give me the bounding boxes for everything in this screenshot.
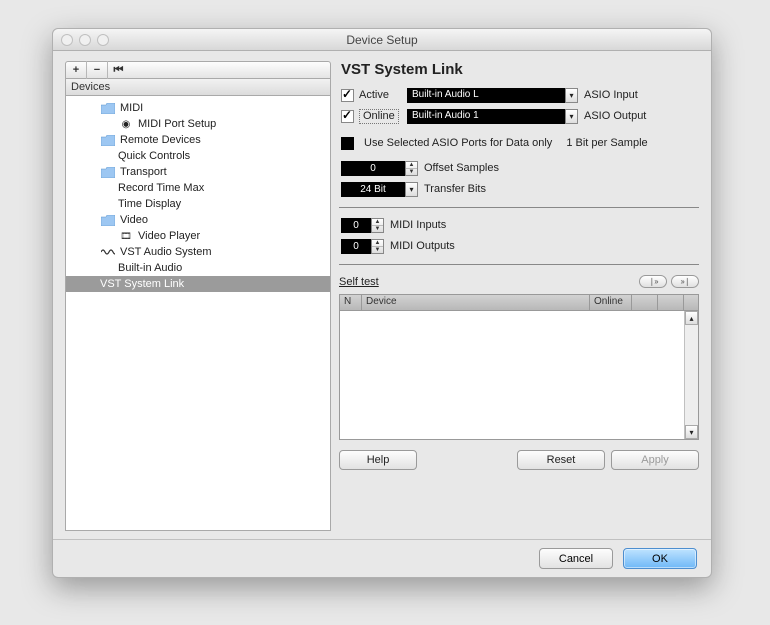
tree-item-label: Transport xyxy=(120,166,167,178)
midi-inputs-label: MIDI Inputs xyxy=(390,219,446,231)
tree-item-label: Time Display xyxy=(118,198,181,210)
chevron-down-icon[interactable]: ▾ xyxy=(565,88,578,103)
online-label: Online xyxy=(359,109,399,124)
tree-item[interactable]: Built-in Audio xyxy=(66,260,330,276)
self-test-label[interactable]: Self test xyxy=(339,276,379,288)
active-checkbox[interactable] xyxy=(341,89,354,102)
tree-item-label: Video xyxy=(120,214,148,226)
col-device[interactable]: Device xyxy=(362,295,590,310)
tree-item[interactable]: VST System Link xyxy=(66,276,330,292)
tree-item-label: MIDI Port Setup xyxy=(138,118,216,130)
zoom-window-icon[interactable] xyxy=(97,34,109,46)
midi-outputs-label: MIDI Outputs xyxy=(390,240,455,252)
col-n[interactable]: N xyxy=(340,295,362,310)
tree-item[interactable]: ◉ MIDI Port Setup xyxy=(66,116,330,132)
apply-button: Apply xyxy=(611,450,699,470)
sidebar-toolbar: + − ⏮ xyxy=(65,61,331,79)
ok-button[interactable]: OK xyxy=(623,548,697,569)
device-setup-window: Device Setup + − ⏮ Devices MIDI ◉ MIDI Por… xyxy=(52,28,712,578)
active-label: Active xyxy=(359,89,407,101)
folder-icon xyxy=(100,102,116,114)
tree-item-label: MIDI xyxy=(120,102,143,114)
sidebar-header: Devices xyxy=(65,79,331,96)
cancel-button[interactable]: Cancel xyxy=(539,548,613,569)
midi-inputs-field[interactable]: 0 xyxy=(341,218,371,233)
tree-item-label: Built-in Audio xyxy=(118,262,182,274)
tree-item[interactable]: Transport xyxy=(66,164,330,180)
midi-inputs-stepper[interactable]: ▲▼ xyxy=(371,218,384,233)
tree-item-label: Video Player xyxy=(138,230,200,242)
reset-device-button[interactable]: ⏮ xyxy=(108,61,129,79)
reset-button[interactable]: Reset xyxy=(517,450,605,470)
panel-title: VST System Link xyxy=(341,61,699,78)
folder-icon xyxy=(100,134,116,146)
devices-sidebar: + − ⏮ Devices MIDI ◉ MIDI Port Setup Remote… xyxy=(65,61,331,531)
help-button[interactable]: Help xyxy=(339,450,417,470)
chevron-down-icon[interactable]: ▾ xyxy=(565,109,578,124)
col-online[interactable]: Online xyxy=(590,295,632,310)
chevron-down-icon[interactable]: ▾ xyxy=(405,182,418,197)
table-header: N Device Online xyxy=(340,295,698,311)
remove-device-button[interactable]: − xyxy=(87,61,108,79)
tree-item[interactable]: MIDI xyxy=(66,100,330,116)
asio-output-select[interactable]: Built-in Audio 1 xyxy=(407,109,565,124)
self-test-send-button[interactable]: ❘›› xyxy=(639,275,667,288)
titlebar: Device Setup xyxy=(53,29,711,51)
online-checkbox[interactable] xyxy=(341,110,354,123)
asio-input-select[interactable]: Built-in Audio L xyxy=(407,88,565,103)
minimize-window-icon[interactable] xyxy=(79,34,91,46)
offset-samples-field[interactable]: 0 xyxy=(341,161,405,176)
tree-item[interactable]: Video xyxy=(66,212,330,228)
dataonly-label: Use Selected ASIO Ports for Data only xyxy=(364,137,552,149)
window-title: Device Setup xyxy=(346,33,417,47)
scroll-up-icon[interactable]: ▴ xyxy=(685,311,698,325)
tree-item-label: VST System Link xyxy=(100,278,184,290)
separator xyxy=(339,207,699,208)
device-tree[interactable]: MIDI ◉ MIDI Port Setup Remote Devices Quick … xyxy=(65,96,331,531)
transfer-bits-field[interactable]: 24 Bit xyxy=(341,182,405,197)
table-body xyxy=(340,311,684,439)
folder-icon xyxy=(100,166,116,178)
video-player-icon: 🎞 xyxy=(118,230,134,242)
scroll-down-icon[interactable]: ▾ xyxy=(685,425,698,439)
midi-outputs-field[interactable]: 0 xyxy=(341,239,371,254)
tree-item-label: Record Time Max xyxy=(118,182,204,194)
gear-icon: ◉ xyxy=(118,118,134,130)
folder-icon xyxy=(100,214,116,226)
tree-item[interactable]: 🎞 Video Player xyxy=(66,228,330,244)
asio-input-label: ASIO Input xyxy=(584,89,638,101)
offset-label: Offset Samples xyxy=(424,162,499,174)
vst-system-link-panel: VST System Link Active Built-in Audio L … xyxy=(339,61,699,531)
add-device-button[interactable]: + xyxy=(66,61,87,79)
close-window-icon[interactable] xyxy=(61,34,73,46)
dataonly-checkbox[interactable] xyxy=(341,137,354,150)
tree-item[interactable]: Remote Devices xyxy=(66,132,330,148)
tree-item-label: Quick Controls xyxy=(118,150,190,162)
self-test-table: N Device Online ▴ ▾ xyxy=(339,294,699,440)
tree-item-label: Remote Devices xyxy=(120,134,201,146)
tree-item[interactable]: Time Display xyxy=(66,196,330,212)
dialog-footer: Cancel OK xyxy=(53,539,711,577)
tree-item[interactable]: Quick Controls xyxy=(66,148,330,164)
midi-outputs-stepper[interactable]: ▲▼ xyxy=(371,239,384,254)
asio-output-label: ASIO Output xyxy=(584,110,646,122)
offset-stepper[interactable]: ▲▼ xyxy=(405,161,418,176)
transfer-bits-label: Transfer Bits xyxy=(424,183,486,195)
waveform-icon xyxy=(100,246,116,258)
tree-item-label: VST Audio System xyxy=(120,246,212,258)
self-test-receive-button[interactable]: ››❘ xyxy=(671,275,699,288)
scrollbar-vertical[interactable]: ▴ ▾ xyxy=(684,311,698,439)
tree-item[interactable]: VST Audio System xyxy=(66,244,330,260)
separator xyxy=(339,264,699,265)
tree-item[interactable]: Record Time Max xyxy=(66,180,330,196)
bit-per-sample-label: 1 Bit per Sample xyxy=(566,137,647,149)
